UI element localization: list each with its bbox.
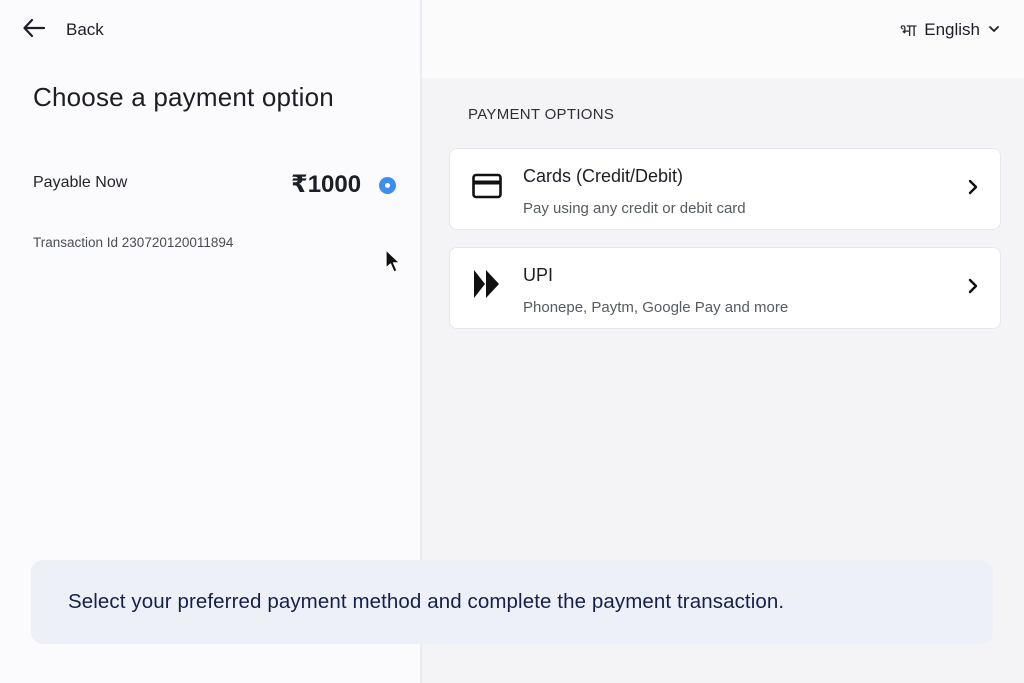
transaction-id: Transaction Id 230720120011894 bbox=[33, 235, 234, 250]
arrow-left-icon bbox=[22, 18, 46, 43]
back-button[interactable]: Back bbox=[22, 16, 104, 44]
option-subtitle: Pay using any credit or debit card bbox=[523, 200, 746, 217]
instruction-banner: Select your preferred payment method and… bbox=[31, 560, 993, 644]
chevron-right-icon bbox=[968, 178, 978, 201]
option-title: UPI bbox=[523, 265, 554, 285]
chevron-down-icon bbox=[988, 21, 1000, 39]
back-label: Back bbox=[66, 20, 104, 39]
upi-icon bbox=[472, 268, 502, 305]
option-card-upi[interactable]: UPI Phonepe, Paytm, Google Pay and more bbox=[449, 247, 1001, 329]
option-title: Cards (Credit/Debit) bbox=[523, 166, 684, 186]
payment-options-heading: PAYMENT OPTIONS bbox=[468, 106, 615, 123]
payable-now-label: Payable Now bbox=[33, 174, 128, 191]
page-title: Choose a payment option bbox=[33, 82, 334, 112]
mouse-pointer-icon bbox=[385, 249, 403, 280]
option-card-cards[interactable]: Cards (Credit/Debit) Pay using any credi… bbox=[449, 148, 1001, 230]
instruction-text: Select your preferred payment method and… bbox=[68, 590, 785, 613]
credit-card-icon bbox=[472, 173, 502, 204]
language-selector[interactable]: भा English bbox=[900, 18, 1000, 41]
payable-amount: ₹1000 bbox=[291, 171, 362, 198]
language-label: English bbox=[924, 19, 980, 39]
language-icon: भा bbox=[899, 21, 917, 40]
option-subtitle: Phonepe, Paytm, Google Pay and more bbox=[523, 299, 789, 316]
info-icon[interactable] bbox=[379, 177, 396, 194]
chevron-right-icon bbox=[968, 277, 978, 300]
